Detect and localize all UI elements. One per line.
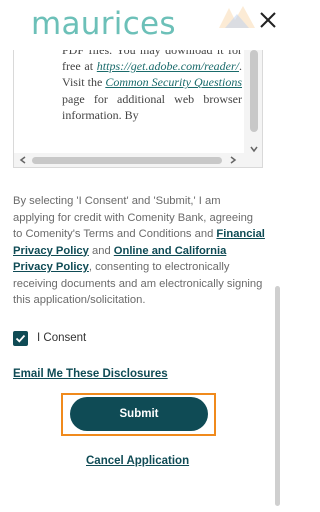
maurices-logo: maurices [31, 6, 176, 42]
disclosure-scroll-thumb[interactable] [250, 50, 258, 132]
disclosure-visit-suffix: page for additional web browser informat… [62, 91, 242, 122]
disclosure-horizontal-scrollbar[interactable] [14, 153, 244, 167]
disclosure-textbox[interactable]: PDF files. You may download it for free … [13, 50, 263, 168]
chevron-right-icon[interactable] [228, 155, 238, 165]
consent-and-text: and [92, 244, 111, 257]
adobe-reader-link[interactable]: https://get.adobe.com/reader/ [97, 59, 239, 73]
checkmark-icon [15, 334, 26, 343]
chevron-left-icon[interactable] [18, 155, 28, 165]
header: maurices [0, 0, 289, 50]
consent-text: By selecting 'I Consent' and 'Submit,' I… [13, 193, 265, 309]
disclosure-vertical-scrollbar[interactable] [244, 50, 262, 167]
watermark-icon [219, 6, 255, 28]
consent-checkbox-label[interactable]: I Consent [37, 332, 86, 344]
consent-checkbox-row[interactable]: I Consent [13, 330, 86, 346]
disclosure-text: PDF files. You may download it for free … [62, 50, 242, 123]
submit-button[interactable]: Submit [70, 397, 208, 431]
chevron-down-icon[interactable] [249, 144, 259, 154]
page-scroll-thumb[interactable] [275, 286, 280, 506]
email-disclosures-link[interactable]: Email Me These Disclosures [13, 368, 168, 380]
modal-scroll-area[interactable]: PDF files. You may download it for free … [0, 50, 289, 512]
page-scrollbar[interactable] [273, 50, 282, 512]
consent-checkbox[interactable] [13, 330, 28, 346]
horizontal-scroll-thumb[interactable] [32, 157, 222, 164]
security-questions-link[interactable]: Common Security Questions [105, 75, 242, 89]
close-icon[interactable] [255, 7, 281, 33]
cancel-application-link[interactable]: Cancel Application [86, 455, 189, 467]
